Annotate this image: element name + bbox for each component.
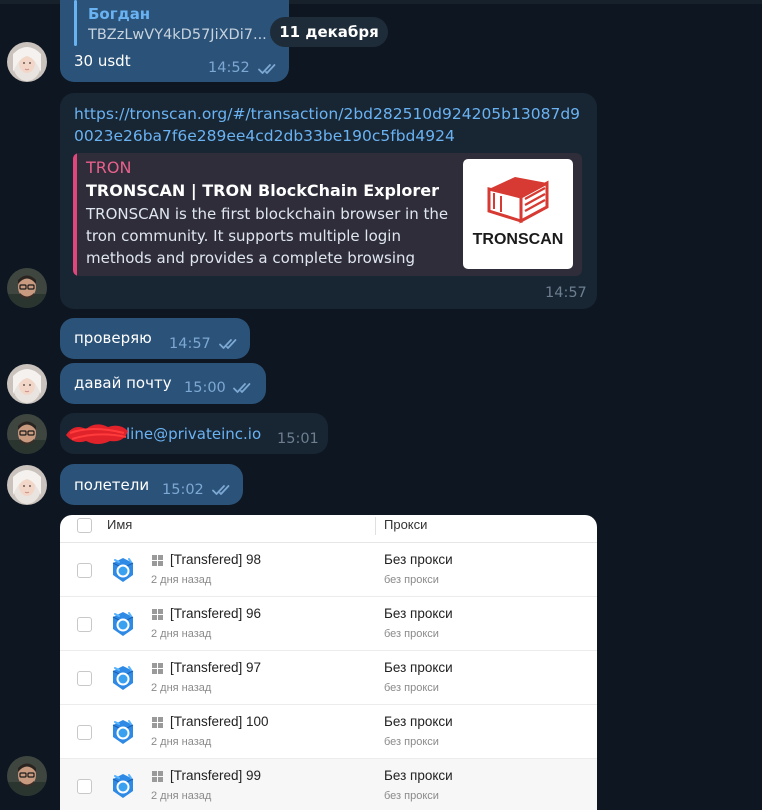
message-bubble-outgoing[interactable]: полетели 15:02 (60, 464, 243, 505)
tronscan-cube-logo (487, 177, 549, 224)
profile-name: [Transfered] 100 (170, 714, 269, 729)
row-checkbox[interactable] (77, 617, 92, 632)
profile-updated: 2 дня назад (151, 790, 212, 802)
double-check-icon (219, 338, 241, 350)
preview-title: TRONSCAN | TRON BlockChain Explorer (86, 181, 440, 200)
browser-profile-logo-icon (109, 772, 137, 800)
reply-preview-text[interactable]: TBZzLwVY4kD57JiXDi7... (88, 27, 273, 43)
row-checkbox[interactable] (77, 563, 92, 578)
table-row[interactable]: [Transfered] 98 2 дня назад Без прокси б… (60, 543, 597, 597)
redaction-scribble (66, 424, 128, 444)
date-separator: 11 декабря (270, 17, 388, 47)
table-row[interactable]: [Transfered] 100 2 дня назад Без прокси … (60, 705, 597, 759)
profile-updated: 2 дня назад (151, 682, 212, 694)
browser-profile-logo-icon (109, 556, 137, 584)
select-all-checkbox[interactable] (77, 518, 92, 533)
preview-description: TRONSCAN is the first blockchain browser… (86, 205, 449, 276)
message-text: 30 usdt (74, 52, 131, 70)
browser-profile-logo-icon (109, 664, 137, 692)
proxy-value: Без прокси (384, 660, 453, 675)
preview-site-name: TRON (86, 158, 132, 177)
image-attachment-profiles-table[interactable]: Имя Прокси [Transfered] 98 2 дня назад Б… (60, 515, 597, 810)
avatar[interactable] (7, 42, 47, 82)
table-header: Имя Прокси (60, 515, 597, 543)
windows-icon (152, 663, 163, 674)
message-text[interactable]: line@privateinc.io (126, 425, 261, 443)
browser-profile-logo-icon (109, 718, 137, 746)
column-divider (375, 517, 376, 535)
profile-updated: 2 дня назад (151, 574, 212, 586)
double-check-icon (233, 382, 255, 394)
link-preview[interactable]: TRON TRONSCAN | TRON BlockChain Explorer… (73, 153, 582, 276)
avatar[interactable] (7, 364, 47, 404)
message-bubble-incoming[interactable]: https://tronscan.org/#/transaction/2bd28… (60, 93, 597, 309)
profile-name: [Transfered] 98 (170, 552, 262, 567)
message-bubble-outgoing[interactable]: проверяю 14:57 (60, 318, 250, 359)
proxy-subtext: без прокси (384, 628, 439, 640)
message-time: 15:02 (162, 482, 204, 498)
proxy-subtext: без прокси (384, 736, 439, 748)
proxy-subtext: без прокси (384, 682, 439, 694)
windows-icon (152, 609, 163, 620)
reply-bar (74, 0, 77, 46)
profile-name: [Transfered] 99 (170, 768, 262, 783)
table-row[interactable]: [Transfered] 96 2 дня назад Без прокси б… (60, 597, 597, 651)
profile-updated: 2 дня назад (151, 628, 212, 640)
windows-icon (152, 717, 163, 728)
message-link[interactable]: https://tronscan.org/#/transaction/2bd28… (74, 103, 589, 147)
proxy-value: Без прокси (384, 768, 453, 783)
message-text: проверяю (74, 329, 152, 347)
preview-accent-bar (73, 153, 77, 276)
message-text: полетели (74, 476, 150, 494)
avatar[interactable] (7, 414, 47, 454)
proxy-subtext: без прокси (384, 790, 439, 802)
message-time: 14:52 (208, 60, 250, 76)
reply-author[interactable]: Богдан (88, 5, 150, 23)
avatar[interactable] (7, 756, 47, 796)
message-time: 15:01 (277, 431, 319, 447)
column-header-proxy[interactable]: Прокси (384, 517, 427, 532)
avatar[interactable] (7, 268, 47, 308)
message-time: 14:57 (545, 285, 587, 301)
preview-thumbnail-label: TRONSCAN (472, 231, 564, 248)
column-header-name[interactable]: Имя (107, 517, 132, 532)
row-checkbox[interactable] (77, 725, 92, 740)
proxy-subtext: без прокси (384, 574, 439, 586)
windows-icon (152, 771, 163, 782)
profile-name: [Transfered] 96 (170, 606, 262, 621)
table-row[interactable]: [Transfered] 99 2 дня назад Без прокси б… (60, 759, 597, 810)
browser-profile-logo-icon (109, 610, 137, 638)
proxy-value: Без прокси (384, 714, 453, 729)
preview-thumbnail[interactable]: TRONSCAN (463, 159, 573, 269)
message-time: 14:57 (169, 336, 211, 352)
avatar[interactable] (7, 465, 47, 505)
table-row[interactable]: [Transfered] 97 2 дня назад Без прокси б… (60, 651, 597, 705)
proxy-value: Без прокси (384, 606, 453, 621)
message-bubble-incoming[interactable]: line@privateinc.io 15:01 (60, 413, 328, 454)
message-text: давай почту (74, 374, 172, 392)
profile-updated: 2 дня назад (151, 736, 212, 748)
message-bubble-outgoing[interactable]: давай почту 15:00 (60, 363, 266, 404)
double-check-icon (212, 484, 234, 496)
double-check-icon (258, 63, 280, 75)
row-checkbox[interactable] (77, 671, 92, 686)
windows-icon (152, 555, 163, 566)
message-bubble-outgoing[interactable]: Богдан TBZzLwVY4kD57JiXDi7... 30 usdt 14… (60, 0, 289, 82)
proxy-value: Без прокси (384, 552, 453, 567)
message-time: 15:00 (184, 380, 226, 396)
row-checkbox[interactable] (77, 779, 92, 794)
profile-name: [Transfered] 97 (170, 660, 262, 675)
